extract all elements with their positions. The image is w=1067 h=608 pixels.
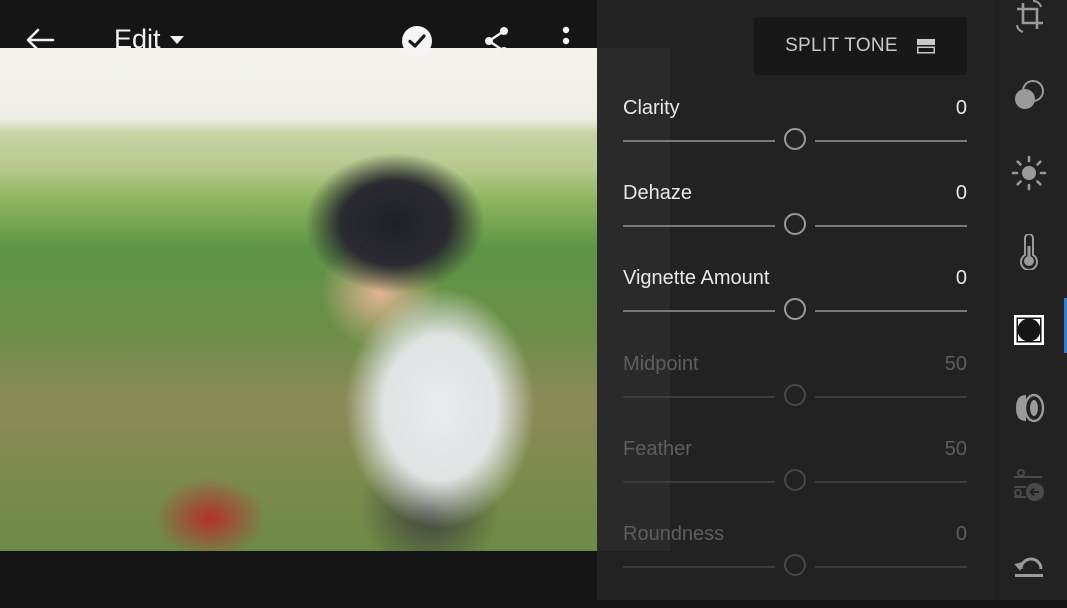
edit-menu[interactable]: Edit — [114, 24, 185, 55]
reset-icon — [1014, 557, 1043, 577]
more-vertical-icon — [562, 26, 570, 56]
check-circle-icon — [402, 26, 432, 56]
rail-item-reset[interactable] — [1010, 546, 1048, 584]
slider-track-left[interactable] — [623, 225, 775, 227]
sliders-previous-icon — [1014, 469, 1044, 501]
slider-label: Vignette Amount — [623, 267, 770, 289]
slider-label: Clarity — [623, 97, 680, 119]
vignette-icon — [1014, 315, 1044, 345]
slider-label: Roundness — [623, 523, 725, 545]
slider-track-left[interactable] — [623, 566, 775, 568]
slider-value: 0 — [955, 97, 967, 119]
rail-item-detail[interactable] — [1010, 389, 1048, 427]
split-tone-button[interactable]: SPLIT TONE — [754, 17, 967, 75]
slider-dehaze[interactable]: Dehaze 0 — [623, 182, 967, 267]
slider-track-right[interactable] — [815, 481, 967, 483]
slider-clarity[interactable]: Clarity 0 — [623, 97, 967, 182]
slider-track-right[interactable] — [815, 310, 967, 312]
slider-value: 0 — [955, 267, 967, 289]
more-button[interactable] — [554, 24, 578, 58]
split-tone-icon — [916, 39, 935, 54]
slider-track-left[interactable] — [623, 481, 775, 483]
lens-icon — [1016, 393, 1045, 423]
rail-item-previous[interactable] — [1010, 467, 1048, 505]
slider-label: Dehaze — [623, 182, 692, 204]
page-title: Edit — [114, 24, 161, 54]
share-icon — [485, 27, 508, 55]
slider-label: Midpoint — [623, 353, 699, 375]
rail-item-color[interactable] — [1010, 233, 1048, 271]
rail-item-effects[interactable] — [1010, 311, 1048, 349]
slider-track-left[interactable] — [623, 140, 775, 142]
slider-track-right[interactable] — [815, 225, 967, 227]
split-tone-label: SPLIT TONE — [785, 35, 898, 56]
slider-value: 0 — [955, 523, 967, 545]
slider-value: 0 — [955, 182, 967, 204]
done-button[interactable] — [400, 24, 434, 58]
slider-track-right[interactable] — [815, 396, 967, 398]
crop-rotate-icon — [1016, 0, 1043, 33]
rail-item-light[interactable] — [1010, 154, 1048, 192]
slider-thumb[interactable] — [784, 298, 806, 320]
slider-value: 50 — [944, 353, 967, 375]
bottom-bar — [0, 551, 597, 600]
slider-thumb[interactable] — [784, 128, 806, 150]
caret-down-icon — [169, 35, 184, 44]
slider-value: 50 — [944, 438, 967, 460]
slider-thumb[interactable] — [784, 554, 806, 576]
rail-item-crop[interactable] — [1010, 0, 1048, 36]
slider-track-right[interactable] — [815, 566, 967, 568]
slider-track-left[interactable] — [623, 396, 775, 398]
slider-midpoint[interactable]: Midpoint 50 — [623, 353, 967, 438]
slider-track-left[interactable] — [623, 310, 775, 312]
photo-preview[interactable] — [0, 48, 597, 551]
sun-icon — [1011, 155, 1047, 191]
slider-roundness[interactable]: Roundness 0 — [623, 523, 967, 608]
arrow-left-icon — [26, 28, 55, 52]
slider-thumb[interactable] — [784, 384, 806, 406]
slider-label: Feather — [623, 438, 692, 460]
slider-feather[interactable]: Feather 50 — [623, 438, 967, 523]
thermometer-icon — [1020, 234, 1038, 270]
share-button[interactable] — [481, 24, 513, 58]
slider-thumb[interactable] — [784, 213, 806, 235]
rail-item-presets[interactable] — [1010, 76, 1048, 114]
slider-vignette-amount[interactable]: Vignette Amount 0 — [623, 267, 967, 352]
back-button[interactable] — [22, 24, 58, 56]
presets-icon — [1015, 80, 1044, 109]
slider-thumb[interactable] — [784, 469, 806, 491]
slider-track-right[interactable] — [815, 140, 967, 142]
